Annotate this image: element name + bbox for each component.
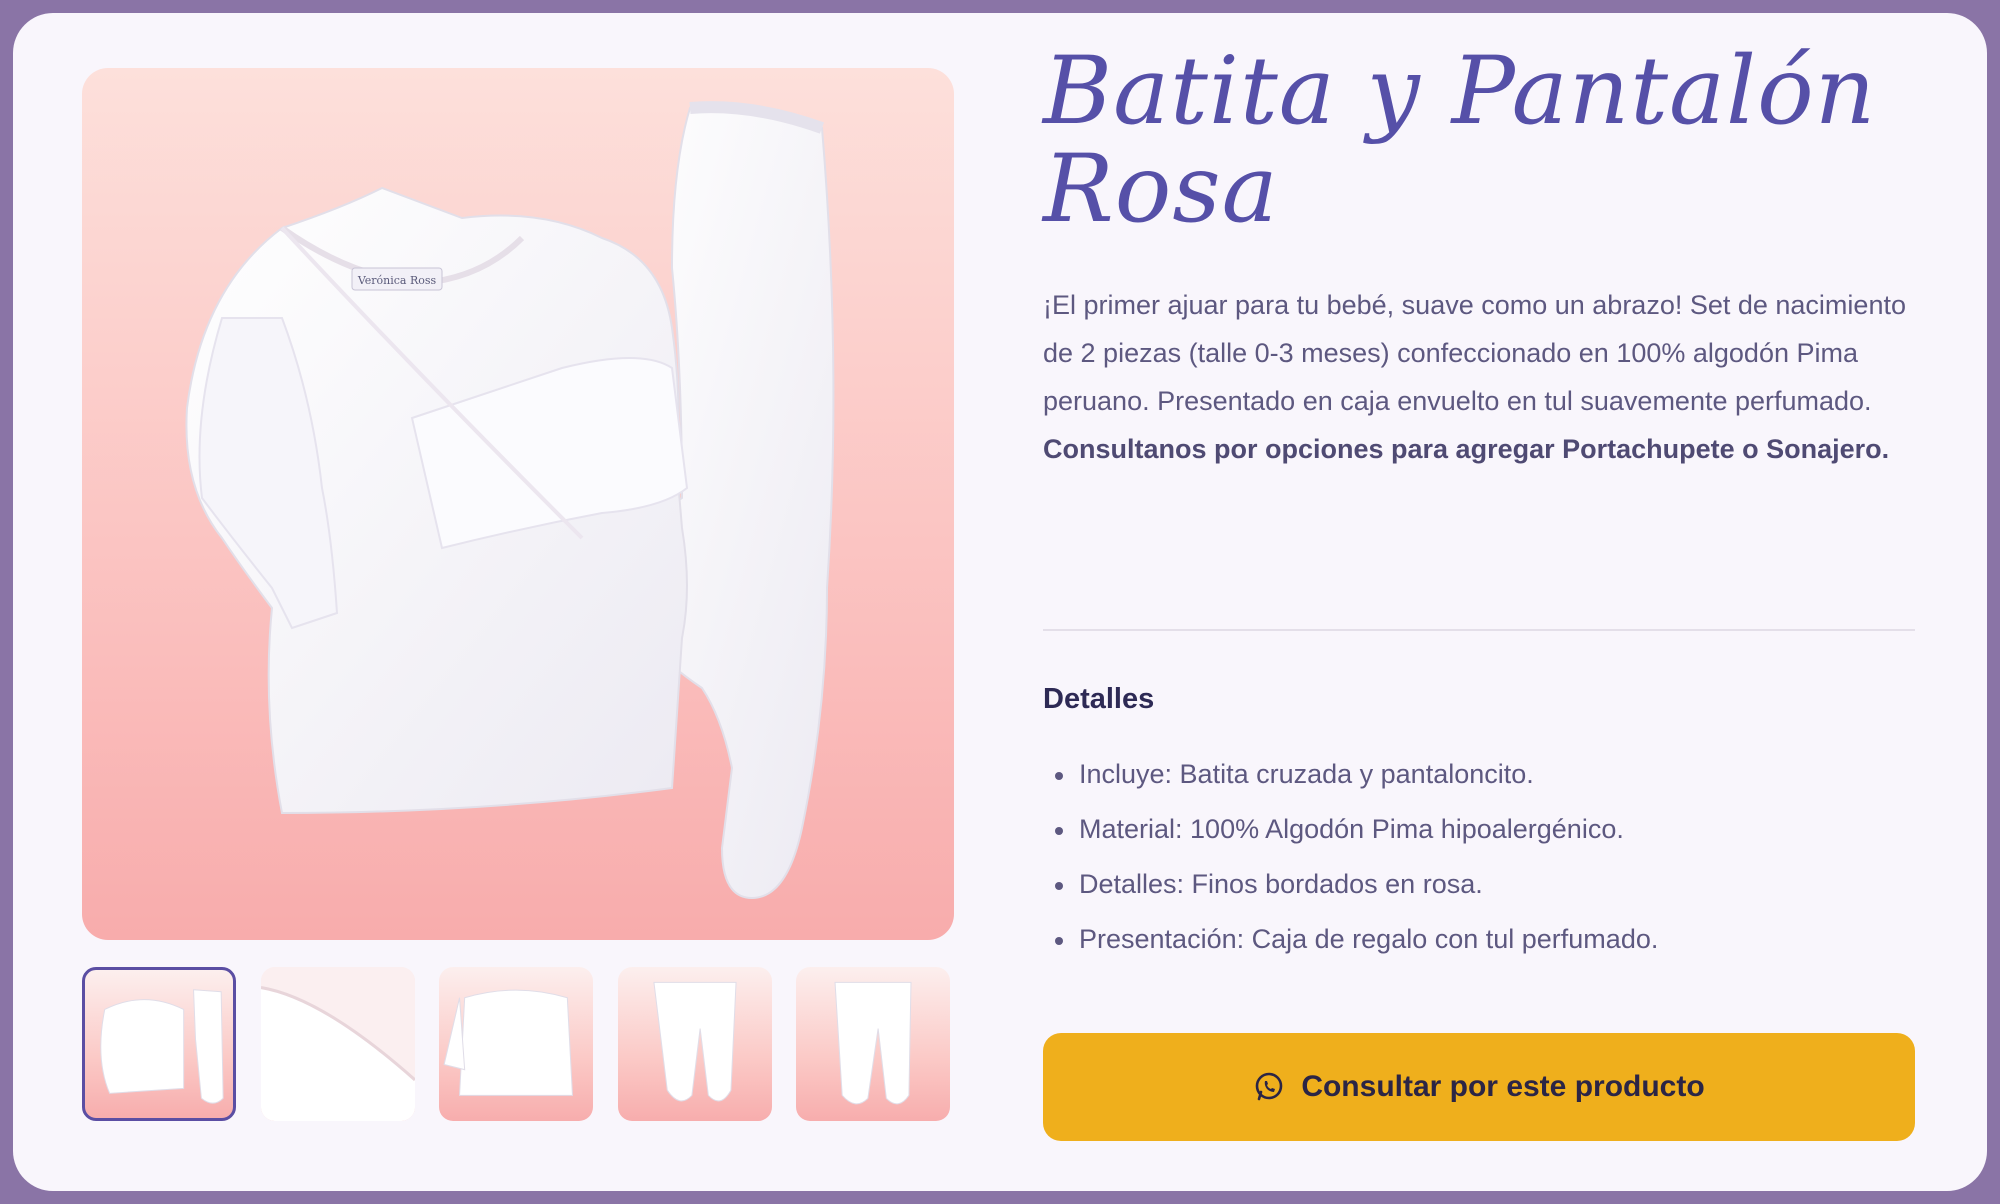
product-photo: Verónica Ross: [185, 101, 835, 900]
product-card: Verónica Ross Batita y Pantalón Rosa ¡El…: [13, 13, 1987, 1191]
list-item: Material: 100% Algodón Pima hipoalergéni…: [1043, 802, 1658, 857]
thumbnail-strip: [82, 967, 954, 1126]
thumbnail-5[interactable]: [796, 967, 950, 1121]
product-title: Batita y Pantalón Rosa: [1043, 37, 1877, 244]
thumbnail-image: [443, 989, 574, 1096]
list-item: Incluye: Batita cruzada y pantaloncito.: [1043, 747, 1658, 802]
thumbnail-3[interactable]: [439, 967, 593, 1121]
thumbnail-image: [100, 989, 224, 1104]
list-item: Presentación: Caja de regalo con tul per…: [1043, 912, 1658, 967]
consult-button-label: Consultar por este producto: [1301, 1070, 1705, 1103]
details-list: Incluye: Batita cruzada y pantaloncito. …: [1043, 747, 1658, 967]
consult-button[interactable]: Consultar por este producto: [1043, 1033, 1915, 1141]
thumbnail-4[interactable]: [618, 967, 772, 1121]
product-main-image[interactable]: Verónica Ross: [82, 68, 954, 940]
thumbnail-image: [261, 967, 415, 1121]
whatsapp-icon: [1256, 1072, 1283, 1101]
list-item: Detalles: Finos bordados en rosa.: [1043, 857, 1658, 912]
product-description: ¡El primer ajuar para tu bebé, suave com…: [1043, 281, 1943, 473]
thumbnail-2[interactable]: [261, 967, 415, 1121]
details-title: Detalles: [1043, 683, 1155, 715]
thumbnail-image: [834, 981, 912, 1105]
divider: [1043, 629, 1915, 631]
thumbnail-1[interactable]: [82, 967, 236, 1121]
description-text: ¡El primer ajuar para tu bebé, suave com…: [1043, 290, 1906, 416]
thumbnail-image: [653, 981, 737, 1102]
brand-label: Verónica Ross: [357, 274, 437, 287]
description-note: Consultanos por opciones para agregar Po…: [1043, 434, 1890, 464]
